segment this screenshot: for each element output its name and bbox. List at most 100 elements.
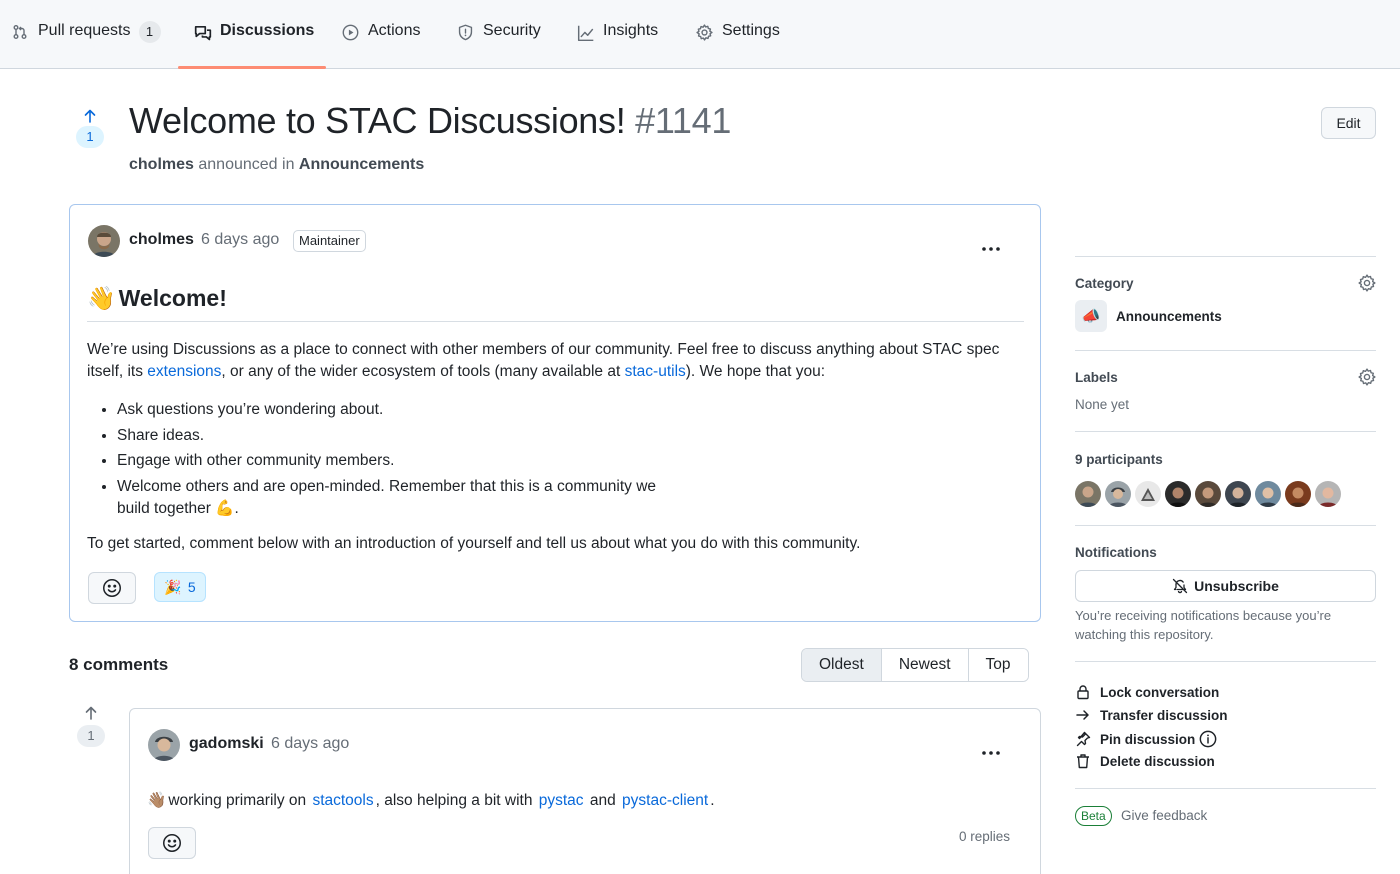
post-intro-text-2: , or any of the wider ecosystem of tools… [221,363,625,380]
avatar[interactable] [1075,481,1101,507]
kebab-horizontal-icon[interactable] [979,745,1003,761]
maintainer-badge: Maintainer [293,230,366,252]
heading-divider [87,321,1024,322]
comment-sort-group: Oldest Newest Top [801,648,1029,682]
discussion-vote-count: 1 [76,126,104,148]
replies-count[interactable]: 0 replies [959,829,1010,844]
notifications-heading: Notifications [1075,545,1157,560]
avatar[interactable] [1165,481,1191,507]
comment-timestamp[interactable]: 6 days ago [271,735,349,753]
avatar[interactable] [1105,481,1131,507]
graph-icon [577,24,595,42]
tada-reaction-count: 5 [187,579,196,595]
tada-reaction-button[interactable]: 🎉 5 [154,572,206,602]
stactools-link[interactable]: stactools [312,792,373,810]
lock-icon [1075,684,1091,700]
stac-utils-link[interactable]: stac-utils [625,363,686,380]
add-reaction-button[interactable] [148,827,196,859]
pystac-link[interactable]: pystac [539,792,584,810]
page-title: Welcome to STAC Discussions! #1141 [129,100,731,142]
sidebar-divider [1075,256,1376,257]
tab-discussions[interactable]: Discussions [194,22,314,64]
delete-discussion-button[interactable]: Delete discussion [1075,753,1215,769]
comment-upvote-button[interactable]: 1 [76,705,106,747]
arrow-up-icon [83,705,99,721]
discussion-author-link[interactable]: cholmes [129,156,194,173]
labels-value: None yet [1075,397,1130,412]
repo-nav: Pull requests 1 Discussions Actions Secu… [0,0,1400,69]
tab-insights[interactable]: Insights [577,22,658,64]
info-icon[interactable] [1199,730,1217,748]
sidebar-divider [1075,788,1376,789]
pin-discussion-label: Pin discussion [1100,731,1196,747]
play-icon [342,24,360,42]
pull-requests-counter: 1 [138,21,161,43]
tab-pull-requests[interactable]: Pull requests 1 [12,21,161,64]
discussion-title: Welcome to STAC Discussions! [129,100,626,141]
list-item: Welcome others and are open-minded. Reme… [117,476,687,520]
arrow-up-icon [82,108,98,124]
post-bullet-list: Ask questions you’re wondering about. Sh… [117,399,717,523]
comment-text-4: . [710,791,715,809]
active-tab-underline [178,66,326,69]
tab-settings-label: Settings [722,22,780,39]
comment-text-3: and [585,791,621,809]
category-emoji: 📣 [1075,300,1107,332]
tab-security[interactable]: Security [457,22,541,64]
pystac-client-link[interactable]: pystac-client [622,792,708,810]
transfer-discussion-button[interactable]: Transfer discussion [1075,707,1228,723]
category-name[interactable]: Announcements [1116,309,1222,324]
extensions-link[interactable]: extensions [147,363,221,380]
category-heading: Category [1075,276,1134,291]
avatar[interactable] [148,729,180,761]
sort-top-button[interactable]: Top [968,649,1028,681]
sort-newest-button[interactable]: Newest [881,649,969,681]
smiley-icon [162,833,182,853]
avatar[interactable] [88,225,120,257]
post-get-started: To get started, comment below with an in… [87,535,861,552]
unsubscribe-button[interactable]: Unsubscribe [1075,570,1376,602]
tab-actions-label: Actions [368,22,421,39]
avatar[interactable] [1195,481,1221,507]
gear-icon[interactable] [1358,368,1376,386]
give-feedback-link[interactable]: Give feedback [1121,808,1207,823]
discussion-action-text: announced in [198,156,295,173]
discussion-category-link[interactable]: Announcements [299,156,424,173]
kebab-horizontal-icon[interactable] [979,241,1003,257]
gear-icon[interactable] [1358,274,1376,292]
notifications-note: You’re receiving notifications because y… [1075,608,1332,642]
pin-discussion-button[interactable]: Pin discussion [1075,730,1217,748]
lock-conversation-label: Lock conversation [1100,684,1220,700]
arrow-right-icon [1075,707,1091,723]
avatar[interactable] [1135,481,1161,507]
gear-icon [696,24,714,42]
sidebar-divider [1075,431,1376,432]
lock-conversation-button[interactable]: Lock conversation [1075,684,1219,700]
avatar[interactable] [1285,481,1311,507]
post-intro-text-3: ). We hope that you: [685,363,826,380]
post-author[interactable]: cholmes [129,231,194,249]
list-item: Ask questions you’re wondering about. [117,399,717,421]
tab-settings[interactable]: Settings [696,22,780,64]
edit-button[interactable]: Edit [1321,107,1376,139]
trash-icon [1075,753,1091,769]
comment-text-2: , also helping a bit with [375,791,537,809]
post-heading-text: Welcome! [118,285,227,311]
post-intro: We’re using Discussions as a place to co… [87,339,1022,383]
bell-slash-icon [1172,578,1188,594]
comment-vote-count: 1 [77,725,105,747]
sort-oldest-button[interactable]: Oldest [802,649,882,681]
discussion-upvote-button[interactable]: 1 [75,108,105,148]
post-timestamp[interactable]: 6 days ago [201,231,279,249]
post-heading: 👋 Welcome! [87,285,227,312]
tada-emoji: 🎉 [164,578,182,595]
add-reaction-button[interactable] [88,572,136,604]
avatar[interactable] [1255,481,1281,507]
list-item: Engage with other community members. [117,450,717,472]
tab-actions[interactable]: Actions [342,22,420,64]
avatar[interactable] [1315,481,1341,507]
comment-body: 👋🏽 working primarily on stactools , also… [147,791,715,810]
wave-emoji: 👋 [87,285,116,311]
comment-author[interactable]: gadomski [189,735,264,753]
avatar[interactable] [1225,481,1251,507]
